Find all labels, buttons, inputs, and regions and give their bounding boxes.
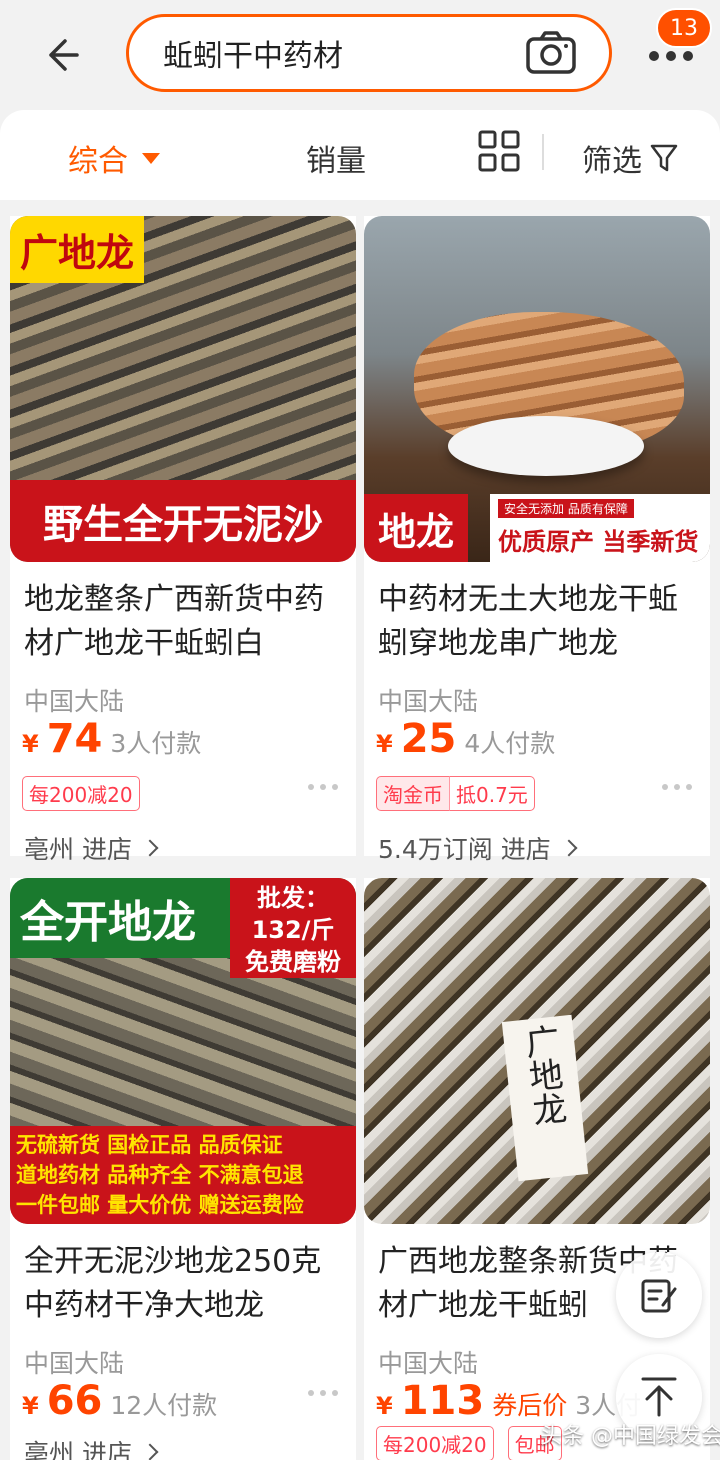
search-input[interactable]: 蚯蚓干中药材 <box>126 14 612 92</box>
product-card[interactable]: 全开地龙 批发： 132/斤 免费磨粉 无硫新货 国检正品 品质保证 道地药材 … <box>10 878 356 1460</box>
sort-sales-tab[interactable]: 销量 <box>306 136 366 180</box>
back-arrow-icon <box>49 39 79 71</box>
image-label-top: 广地龙 <box>10 216 145 283</box>
product-image[interactable]: 广地龙 野生全开无泥沙 <box>10 216 356 562</box>
sort-comprehensive-label: 综合 <box>68 144 128 179</box>
camera-search-button[interactable] <box>523 25 579 81</box>
shop-link[interactable]: 亳州 进店 <box>24 1434 159 1460</box>
promo-tag: 每200减20 <box>22 776 140 811</box>
promo-line: 无硫新货 国检正品 品质保证 <box>16 1133 283 1157</box>
filter-button[interactable]: 筛选 <box>582 136 678 180</box>
coupon-price-label: 券后价 <box>492 1391 568 1420</box>
wholesale-line: 免费磨粉 <box>245 948 341 976</box>
more-options-button[interactable] <box>662 784 692 790</box>
back-to-top-icon <box>641 1377 677 1417</box>
chevron-right-icon <box>560 839 578 857</box>
product-price: 113 <box>400 1378 485 1424</box>
taojinbi-tag: 淘金币 <box>376 776 449 811</box>
shop-label: 亳州 进店 <box>24 835 132 864</box>
wholesale-label: 批发： 132/斤 免费磨粉 <box>230 878 356 978</box>
chevron-right-icon <box>141 839 159 857</box>
image-label-bottom: 野生全开无泥沙 <box>10 480 356 562</box>
sortbar-divider <box>542 134 544 170</box>
promo-tags: 淘金币 抵0.7元 <box>376 776 535 811</box>
sort-comprehensive-tab[interactable]: 综合 <box>68 136 160 180</box>
product-title[interactable]: 地龙整条广西新货中药材广地龙干蚯蚓白 <box>24 578 344 666</box>
product-card[interactable]: 广地龙 野生全开无泥沙 地龙整条广西新货中药材广地龙干蚯蚓白 中国大陆 ¥ 74… <box>10 216 356 864</box>
note-text: 广地龙 <box>517 1022 568 1128</box>
price-row: ¥ 74 3人付款 <box>22 716 201 762</box>
product-image[interactable]: 全开地龙 批发： 132/斤 免费磨粉 无硫新货 国检正品 品质保证 道地药材 … <box>10 878 356 1224</box>
promo-tags: 每200减20 <box>22 776 140 811</box>
product-title[interactable]: 中药材无土大地龙干蚯蚓穿地龙串广地龙 <box>378 578 698 666</box>
product-photo-bowl <box>448 416 644 476</box>
chevron-right-icon <box>141 1443 159 1460</box>
wholesale-line: 批发： <box>257 884 329 912</box>
edit-feedback-button[interactable] <box>616 1252 702 1338</box>
image-label-left: 地龙 <box>364 494 469 562</box>
top-bar: 蚯蚓干中药材 13 <box>0 0 720 110</box>
shop-label: 5.4万订阅 进店 <box>378 835 551 864</box>
watermark: 头条 @中国绿发会 <box>540 1424 720 1449</box>
layout-toggle-button[interactable] <box>478 130 520 172</box>
product-price: 25 <box>400 716 457 762</box>
product-sales: 12人付款 <box>110 1391 218 1420</box>
promo-line: 道地药材 品种齐全 不满意包退 <box>16 1163 304 1187</box>
shop-link[interactable]: 5.4万订阅 进店 <box>378 830 578 866</box>
currency-symbol: ¥ <box>376 1392 393 1420</box>
product-price: 74 <box>46 716 103 762</box>
currency-symbol: ¥ <box>22 730 39 758</box>
price-row: ¥ 66 12人付款 <box>22 1378 217 1424</box>
back-button[interactable] <box>36 30 86 80</box>
notification-badge: 13 <box>656 8 712 48</box>
search-query-text: 蚯蚓干中药材 <box>163 39 343 74</box>
filter-funnel-icon <box>650 144 678 172</box>
filter-label: 筛选 <box>582 144 642 179</box>
image-label-quality: 优质原产 当季新货 <box>498 528 699 556</box>
shop-link[interactable]: 亳州 进店 <box>24 830 159 866</box>
shop-label: 亳州 进店 <box>24 1439 132 1460</box>
more-dots-icon <box>649 51 693 61</box>
product-sales: 4人付款 <box>464 729 556 758</box>
currency-symbol: ¥ <box>22 1392 39 1420</box>
product-price: 66 <box>46 1378 103 1424</box>
product-origin: 中国大陆 <box>24 1349 125 1378</box>
product-image[interactable]: 地龙 安全无添加 品质有保障 优质原产 当季新货 <box>364 216 710 562</box>
promo-tag: 每200减20 <box>376 1426 494 1460</box>
image-label-bottom: 无硫新货 国检正品 品质保证 道地药材 品种齐全 不满意包退 一件包邮 量大价优… <box>10 1126 356 1224</box>
more-options-button[interactable] <box>308 784 338 790</box>
currency-symbol: ¥ <box>376 730 393 758</box>
product-image[interactable]: 广地龙 <box>364 878 710 1224</box>
discount-tag: 抵0.7元 <box>449 776 535 811</box>
product-origin: 中国大陆 <box>24 687 125 716</box>
wholesale-line: 132/斤 <box>251 916 335 944</box>
product-card[interactable]: 地龙 安全无添加 品质有保障 优质原产 当季新货 中药材无土大地龙干蚯蚓穿地龙串… <box>364 216 710 864</box>
product-origin: 中国大陆 <box>378 1349 479 1378</box>
product-title[interactable]: 全开无泥沙地龙250克 中药材干净大地龙 <box>24 1240 344 1328</box>
image-label-right: 安全无添加 品质有保障 优质原产 当季新货 <box>490 494 710 562</box>
edit-note-icon <box>641 1279 677 1313</box>
grid-layout-icon <box>478 130 520 172</box>
product-origin: 中国大陆 <box>378 687 479 716</box>
camera-icon <box>526 31 576 74</box>
product-sales: 3人付款 <box>110 729 202 758</box>
handwritten-note: 广地龙 <box>501 1014 589 1182</box>
sort-sales-label: 销量 <box>306 144 366 179</box>
price-row: ¥ 25 4人付款 <box>376 716 555 762</box>
image-label-small: 安全无添加 品质有保障 <box>498 499 634 518</box>
promo-tags: 每200减20 包邮 <box>376 1426 562 1460</box>
more-options-button[interactable] <box>308 1390 338 1396</box>
caret-down-icon <box>142 152 160 164</box>
promo-line: 一件包邮 量大价优 赠送运费险 <box>16 1193 304 1217</box>
